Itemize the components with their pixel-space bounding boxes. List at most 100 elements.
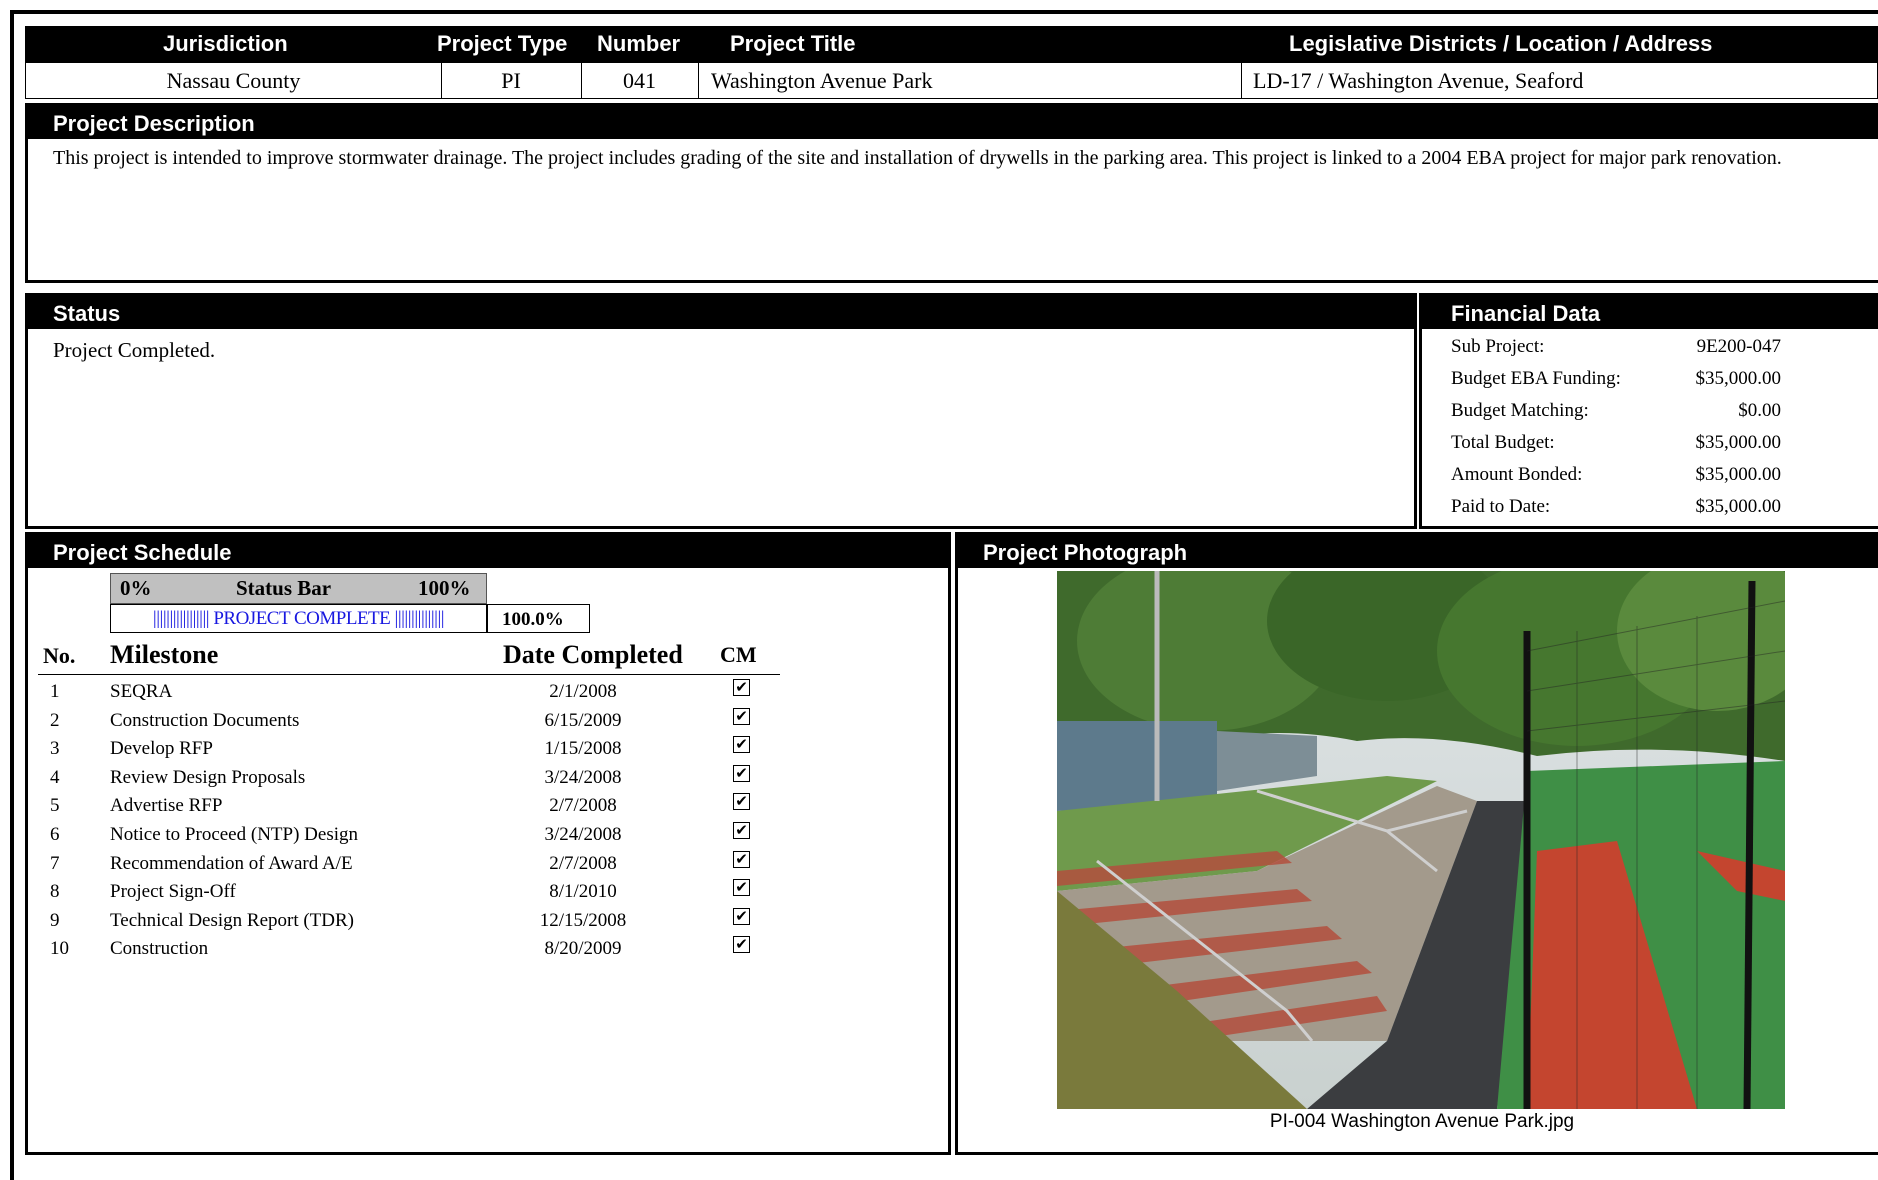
milestone-name: Construction Documents bbox=[110, 709, 300, 731]
financial-title-bar: Financial Data bbox=[1422, 296, 1878, 329]
milestone-row: 4 Review Design Proposals 3/24/2008 ✔ bbox=[28, 764, 750, 794]
financial-label: Paid to Date: bbox=[1451, 496, 1551, 517]
milestone-name: Advertise RFP bbox=[110, 795, 223, 817]
col-number: Number bbox=[597, 31, 681, 56]
milestone-name: Develop RFP bbox=[110, 738, 213, 760]
project-title-value: Washington Avenue Park bbox=[711, 68, 933, 93]
milestone-name: SEQRA bbox=[110, 681, 173, 702]
description-title-bar: Project Description bbox=[28, 106, 1878, 139]
milestone-row: 6 Notice to Proceed (NTP) Design 3/24/2008… bbox=[28, 822, 750, 851]
milestone-number: 1 bbox=[50, 681, 60, 702]
status-progress-bar: ||||||||||||||||| PROJECT COMPLETE |||||… bbox=[110, 604, 487, 633]
milestone-date: 8/20/2009 bbox=[544, 938, 622, 960]
description-title: Project Description bbox=[53, 111, 255, 136]
financial-row: Sub Project: 9E200-047 bbox=[1449, 332, 1829, 364]
milestone-header: No. Milestone Date Completed CM bbox=[28, 635, 778, 672]
cm-checkbox[interactable]: ✔ bbox=[733, 793, 750, 811]
cm-checkbox[interactable]: ✔ bbox=[733, 879, 750, 897]
status-progress-text: ||||||||||||||||| PROJECT COMPLETE |||||… bbox=[152, 608, 445, 629]
milestone-date: 2/1/2008 bbox=[549, 681, 617, 702]
milestone-number: 4 bbox=[50, 766, 60, 788]
milestone-date: 3/24/2008 bbox=[544, 824, 622, 845]
cm-checkbox[interactable]: ✔ bbox=[733, 936, 750, 954]
financial-label: Budget EBA Funding: bbox=[1451, 368, 1621, 389]
financial-row: Amount Bonded: $35,000.00 bbox=[1449, 460, 1829, 492]
cm-checkbox[interactable]: ✔ bbox=[733, 822, 750, 839]
milestone-number: 5 bbox=[50, 795, 60, 817]
financial-row: Budget Matching: $0.00 bbox=[1449, 396, 1829, 428]
milestone-date: 8/1/2010 bbox=[549, 881, 617, 903]
milestone-name: Recommendation of Award A/E bbox=[110, 852, 353, 874]
project-type-value: PI bbox=[501, 68, 521, 93]
schedule-panel: Project Schedule 0% Status Bar 100% ||||… bbox=[25, 532, 951, 1155]
financial-value: $0.00 bbox=[1738, 400, 1781, 421]
milestone-row: 10 Construction 8/20/2009 ✔ bbox=[28, 936, 750, 965]
status-bar-min: 0% bbox=[120, 576, 152, 600]
col-location: Legislative Districts / Location / Addre… bbox=[1289, 31, 1713, 56]
financial-rows: Sub Project: 9E200-047 Budget EBA Funding:… bbox=[1449, 332, 1849, 532]
financial-panel: Financial Data Sub Project: 9E200-047 Budg… bbox=[1419, 293, 1878, 529]
number-value: 041 bbox=[623, 68, 656, 93]
cm-checkbox[interactable]: ✔ bbox=[733, 736, 750, 754]
cm-checkbox[interactable]: ✔ bbox=[733, 679, 750, 696]
milestone-name: Notice to Proceed (NTP) Design bbox=[110, 824, 358, 845]
schedule-title-bar: Project Schedule bbox=[28, 535, 948, 568]
milestone-row: 9 Technical Design Report (TDR) 12/15/2008… bbox=[28, 907, 750, 937]
financial-title: Financial Data bbox=[1451, 301, 1601, 326]
milestone-date: 2/7/2008 bbox=[549, 852, 617, 874]
milestone-date: 12/15/2008 bbox=[539, 909, 627, 931]
project-photo bbox=[1057, 571, 1785, 1109]
status-title-bar: Status bbox=[28, 296, 1414, 329]
photo-caption: PI-004 Washington Avenue Park.jpg bbox=[1269, 1111, 1575, 1132]
cm-checkbox[interactable]: ✔ bbox=[733, 764, 750, 782]
milestone-row: 7 Recommendation of Award A/E 2/7/2008 ✔ bbox=[28, 850, 750, 880]
milestone-number: 2 bbox=[50, 709, 60, 731]
financial-row: Paid to Date: $35,000.00 bbox=[1449, 492, 1829, 524]
photo-title: Project Photograph bbox=[983, 540, 1188, 565]
milestone-list: 1 SEQRA 2/1/2008 ✔ 2 Construction Documents 6/… bbox=[28, 679, 788, 979]
milestone-name: Review Design Proposals bbox=[110, 766, 306, 788]
status-percent: 100.0% bbox=[502, 609, 564, 630]
financial-value: $35,000.00 bbox=[1695, 496, 1782, 517]
col-milestone: Milestone bbox=[110, 640, 219, 669]
status-panel: Status Project Completed. bbox=[25, 293, 1417, 529]
financial-label: Total Budget: bbox=[1451, 432, 1555, 453]
cm-checkbox[interactable]: ✔ bbox=[733, 707, 750, 725]
info-values-row: Nassau County PI 041 Washington Avenue P… bbox=[25, 62, 1878, 99]
milestone-date: 1/15/2008 bbox=[544, 738, 622, 760]
col-cm: CM bbox=[720, 642, 757, 667]
financial-row: Total Budget: $35,000.00 bbox=[1449, 428, 1829, 460]
description-panel: Project Description This project is inte… bbox=[25, 103, 1878, 283]
milestone-date: 3/24/2008 bbox=[544, 766, 622, 788]
col-project-title: Project Title bbox=[730, 31, 856, 56]
financial-value: $35,000.00 bbox=[1695, 464, 1782, 485]
milestone-number: 8 bbox=[50, 881, 60, 903]
financial-row: Budget EBA Funding: $35,000.00 bbox=[1449, 364, 1829, 396]
location-value: LD-17 / Washington Avenue, Seaford bbox=[1253, 68, 1584, 93]
photo-panel: Project Photograph PI-004 Washington Ave… bbox=[955, 532, 1878, 1155]
col-jurisdiction: Jurisdiction bbox=[163, 31, 288, 56]
col-project-type: Project Type bbox=[437, 31, 568, 56]
financial-label: Budget Matching: bbox=[1451, 400, 1589, 421]
milestone-number: 3 bbox=[50, 738, 60, 760]
cm-checkbox[interactable]: ✔ bbox=[733, 907, 750, 925]
status-title: Status bbox=[53, 301, 121, 326]
milestone-name: Technical Design Report (TDR) bbox=[110, 909, 355, 931]
status-percent-box: 100.0% bbox=[487, 604, 590, 633]
milestone-row: 8 Project Sign-Off 8/1/2010 ✔ bbox=[28, 879, 750, 908]
milestone-name: Project Sign-Off bbox=[110, 881, 236, 903]
financial-value: 9E200-047 bbox=[1696, 336, 1781, 357]
jurisdiction-value: Nassau County bbox=[166, 68, 301, 93]
status-text: Project Completed. bbox=[53, 338, 216, 362]
info-header-bar: Jurisdiction Project Type Number Project… bbox=[25, 26, 1878, 62]
milestone-row: 5 Advertise RFP 2/7/2008 ✔ bbox=[28, 793, 750, 822]
milestone-row: 3 Develop RFP 1/15/2008 ✔ bbox=[28, 736, 750, 765]
status-bar-max: 100% bbox=[418, 576, 471, 600]
financial-label: Sub Project: bbox=[1451, 336, 1545, 357]
milestone-number: 6 bbox=[50, 824, 60, 845]
description-text: This project is intended to improve stor… bbox=[53, 147, 1782, 169]
financial-value: $35,000.00 bbox=[1695, 368, 1782, 389]
cm-checkbox[interactable]: ✔ bbox=[733, 850, 750, 868]
photo-title-bar: Project Photograph bbox=[958, 535, 1878, 568]
financial-value: $35,000.00 bbox=[1695, 432, 1782, 453]
